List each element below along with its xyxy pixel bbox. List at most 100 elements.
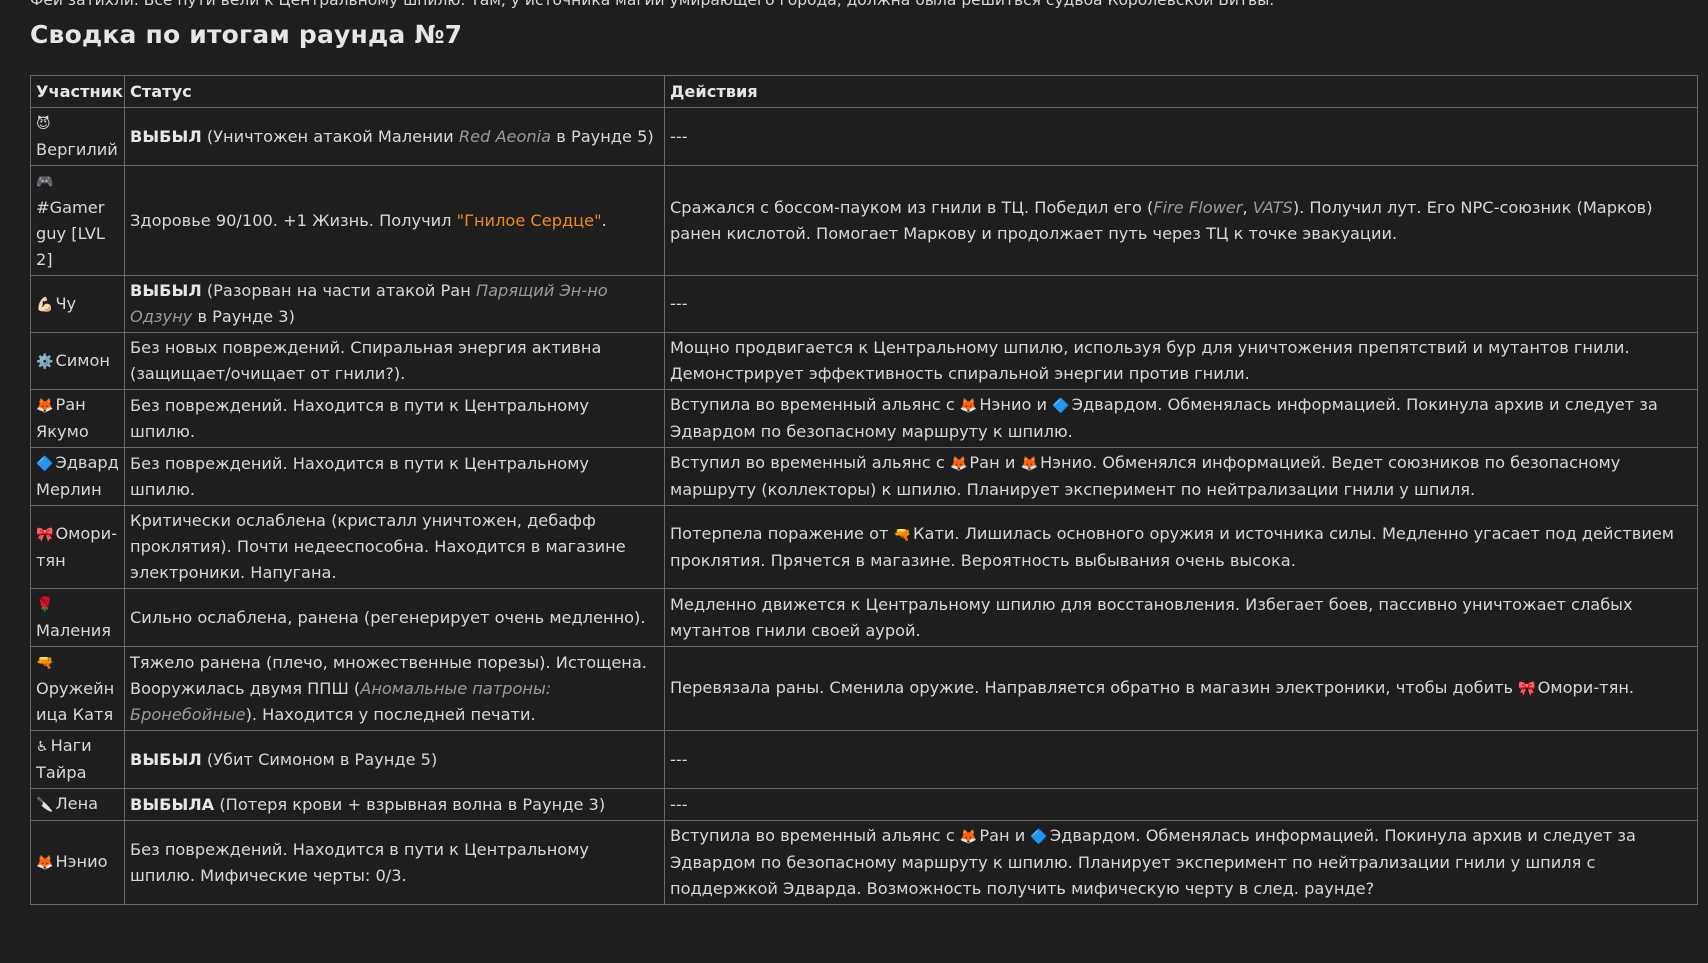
- text-segment: Критически ослаблена (кристалл уничтожен…: [130, 511, 626, 582]
- participant-cell: 🎀 Омори-тян: [30, 505, 125, 589]
- round-summary-table: Участник Статус Действия 😈 Вергилий ВЫБЫЛ …: [30, 75, 1698, 905]
- status-cell: ВЫБЫЛА (Потеря крови + взрывная волна в …: [124, 788, 665, 821]
- actions-cell: Медленно движется к Центральному шпилю д…: [664, 588, 1698, 647]
- table-row: 🎮 #Gamer guy [LVL 2] Здоровье 90/100. +1 Ж…: [30, 165, 1698, 276]
- participant-name: Нэнио: [55, 852, 108, 871]
- italic-term: Fire Flower: [1153, 197, 1243, 217]
- participant-emoji-icon: 🔫: [36, 655, 54, 671]
- text-segment: ---: [670, 749, 688, 769]
- text-segment: .: [601, 210, 607, 230]
- participant-emoji-icon: 🔷: [1052, 398, 1070, 414]
- column-header-participant: Участник: [30, 75, 125, 108]
- participant-emoji-icon: 🎮: [36, 174, 54, 190]
- table-row: ⚙️ Симон Без новых повреждений. Спиральная…: [30, 332, 1698, 390]
- page: Феи затихли. Все пути вели к Центральном…: [0, 0, 1708, 963]
- text-segment: ---: [670, 794, 688, 814]
- text-segment: Нэнио и: [979, 395, 1053, 414]
- participant-cell: 🌹 Маления: [30, 588, 125, 647]
- italic-term: Red Aeonia: [458, 126, 552, 146]
- status-cell: ВЫБЫЛ (Разорван на части атакой Ран Паря…: [124, 275, 665, 333]
- text-segment: (Убит Симоном в Раунде 5): [201, 749, 438, 769]
- participant-emoji-icon: 🦊: [1020, 456, 1038, 472]
- actions-cell: Перевязала раны. Сменила оружие. Направл…: [664, 646, 1698, 731]
- text-segment: Потерпела поражение от: [670, 523, 894, 543]
- actions-cell: Потерпела поражение от 🔫 Кати. Лишилась о…: [664, 505, 1698, 589]
- text-segment: (Разорван на части атакой Ран: [201, 281, 476, 300]
- participant-name: #Gamer guy [LVL 2]: [36, 198, 105, 269]
- participant-emoji-icon: 💪🏻: [36, 296, 54, 313]
- participant-emoji-icon: ⚙️: [36, 353, 54, 370]
- participant-cell: ♿ Наги Тайра: [30, 730, 125, 789]
- status-cell: Без новых повреждений. Спиральная энерги…: [124, 332, 665, 390]
- table-row: 🌹 Маления Сильно ослаблена, ранена (регене…: [30, 588, 1698, 647]
- table-row: 💪🏻 Чу ВЫБЫЛ (Разорван на части атакой Ран …: [30, 275, 1698, 333]
- table-row: 🔪 Лена ВЫБЫЛА (Потеря крови + взрывная вол…: [30, 788, 1698, 821]
- text-segment: Вступила во временный альянс с: [670, 395, 960, 414]
- status-cell: Без повреждений. Находится в пути к Цент…: [124, 389, 665, 448]
- participant-name: Симон: [55, 350, 110, 370]
- participant-emoji-icon: 🎀: [1518, 681, 1536, 697]
- italic-term: VATS: [1252, 197, 1293, 217]
- actions-cell: Вступила во временный альянс с 🦊 Ран и 🔷 Э…: [664, 820, 1698, 905]
- participant-name: Вергилий: [36, 140, 118, 159]
- participant-cell: 🦊 Нэнио: [30, 820, 125, 905]
- text-segment: Ран и: [979, 826, 1031, 845]
- text-segment: в Раунде 5): [551, 126, 654, 146]
- text-segment: Без повреждений. Находится в пути к Цент…: [130, 839, 589, 885]
- actions-cell: ---: [664, 788, 1698, 821]
- participant-cell: 😈 Вергилий: [30, 107, 125, 166]
- page-title: Сводка по итогам раунда №7: [30, 20, 463, 49]
- participant-name: Оружейн ица Катя: [36, 679, 115, 724]
- participant-emoji-icon: 🦊: [36, 855, 54, 871]
- participant-emoji-icon: 🔷: [1030, 829, 1048, 845]
- table-row: 🔷 Эдвард Мерлин Без повреждений. Находится…: [30, 447, 1698, 506]
- text-segment: Без повреждений. Находится в пути к Цент…: [130, 395, 589, 441]
- table-row: 🦊 Ран Якумо Без повреждений. Находится в п…: [30, 389, 1698, 448]
- text-segment: Перевязала раны. Сменила оружие. Направл…: [670, 678, 1519, 697]
- column-header-actions: Действия: [664, 75, 1698, 108]
- status-cell: Сильно ослаблена, ранена (регенерирует о…: [124, 588, 665, 647]
- text-segment: ,: [1242, 197, 1253, 217]
- participant-emoji-icon: 🦊: [959, 398, 978, 414]
- actions-cell: Мощно продвигается к Центральному шпилю,…: [664, 332, 1698, 390]
- text-segment: Вступила во временный альянс с: [670, 826, 960, 845]
- text-segment: ). Находится у последней печати.: [245, 704, 536, 724]
- table-row: ♿ Наги Тайра ВЫБЫЛ (Убит Симоном в Раунде …: [30, 730, 1698, 789]
- status-eliminated-label: ВЫБЫЛ: [130, 281, 202, 300]
- participant-emoji-icon: 🔷: [36, 456, 54, 472]
- table-body: 😈 Вергилий ВЫБЫЛ (Уничтожен атакой Малении…: [30, 107, 1698, 905]
- text-segment: Без новых повреждений. Спиральная энерги…: [130, 338, 602, 383]
- text-segment: Ран и: [969, 453, 1021, 472]
- status-cell: Здоровье 90/100. +1 Жизнь. Получил "Гнил…: [124, 165, 665, 276]
- participant-emoji-icon: 🎀: [36, 526, 54, 543]
- text-segment: Сильно ослаблена, ранена (регенерирует о…: [130, 607, 646, 627]
- status-eliminated-label: ВЫБЫЛ: [130, 126, 202, 146]
- participant-emoji-icon: 😈: [36, 116, 51, 132]
- status-cell: Тяжело ранена (плечо, множественные поре…: [124, 646, 665, 731]
- participant-name: Маления: [36, 621, 112, 640]
- participant-cell: 🔷 Эдвард Мерлин: [30, 447, 125, 506]
- status-cell: Критически ослаблена (кристалл уничтожен…: [124, 505, 665, 589]
- status-cell: ВЫБЫЛ (Убит Симоном в Раунде 5): [124, 730, 665, 789]
- participant-emoji-icon: 🦊: [959, 829, 978, 845]
- text-segment: Медленно движется к Центральному шпилю д…: [670, 594, 1633, 640]
- status-eliminated-label: ВЫБЫЛА: [130, 794, 215, 814]
- text-segment: Здоровье 90/100. +1 Жизнь. Получил: [130, 210, 457, 230]
- participant-emoji-icon: 🦊: [949, 456, 968, 472]
- table-row: 🎀 Омори-тян Критически ослаблена (кристалл…: [30, 505, 1698, 589]
- table-header-row: Участник Статус Действия: [30, 75, 1698, 108]
- text-segment: (Потеря крови + взрывная волна в Раунде …: [214, 794, 606, 814]
- status-cell: Без повреждений. Находится в пути к Цент…: [124, 820, 665, 905]
- item-highlight: "Гнилое Сердце": [456, 210, 602, 230]
- text-segment: Мощно продвигается к Центральному шпилю,…: [670, 338, 1630, 383]
- text-segment: Вступил во временный альянс с: [670, 453, 950, 472]
- table-row: 🦊 Нэнио Без повреждений. Находится в пути …: [30, 820, 1698, 905]
- actions-cell: ---: [664, 107, 1698, 166]
- text-segment: ---: [670, 294, 688, 313]
- text-segment: Сражался с боссом-пауком из гнили в ТЦ. …: [670, 197, 1154, 217]
- status-cell: Без повреждений. Находится в пути к Цент…: [124, 447, 665, 506]
- participant-cell: 🎮 #Gamer guy [LVL 2]: [30, 165, 125, 276]
- participant-emoji-icon: 🔪: [36, 797, 54, 813]
- text-segment: ---: [670, 126, 688, 146]
- participant-cell: 🔫 Оружейн ица Катя: [30, 646, 125, 731]
